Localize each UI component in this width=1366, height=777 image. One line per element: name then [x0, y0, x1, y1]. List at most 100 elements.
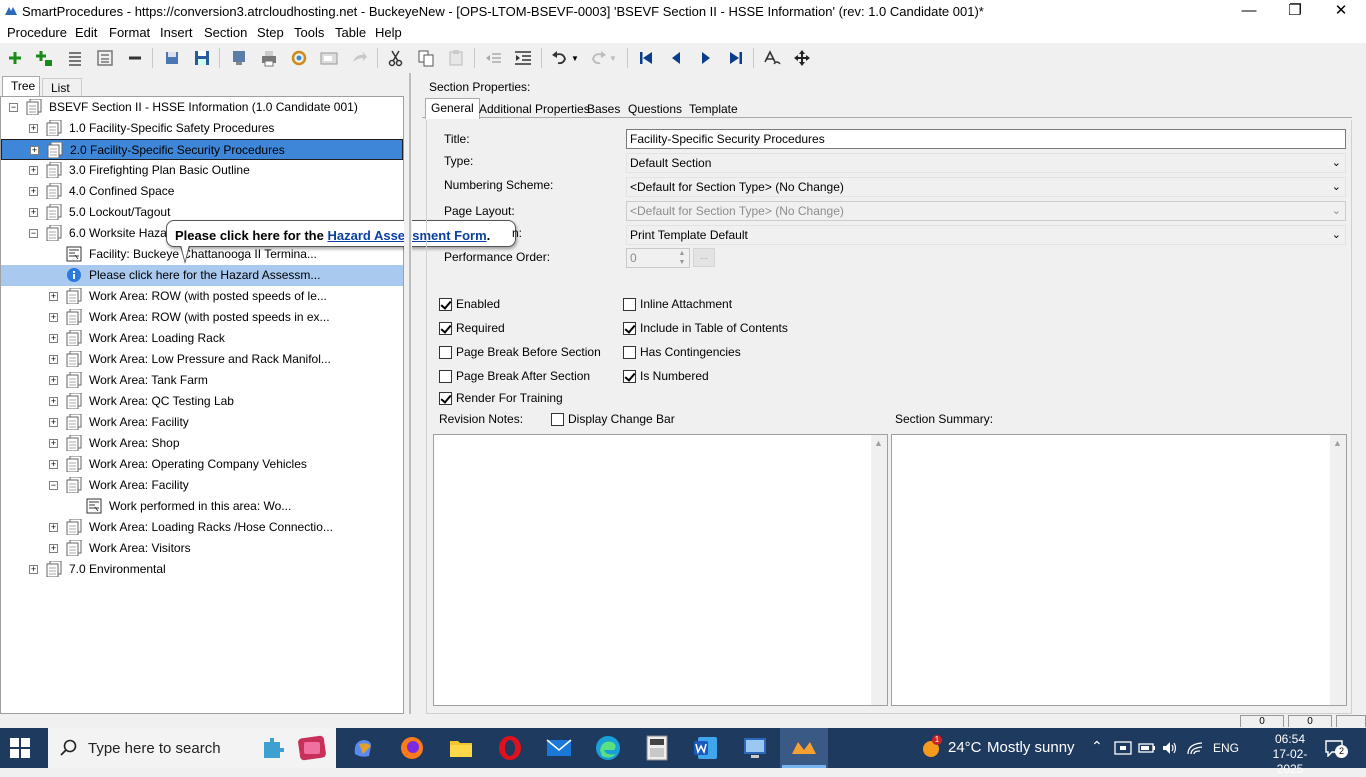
page-break-after-checkbox[interactable]: [439, 370, 452, 383]
word-icon[interactable]: [692, 734, 720, 762]
list-outline-icon[interactable]: [94, 47, 116, 69]
revision-notes-scrollbar[interactable]: ▲: [871, 435, 887, 705]
tree-node[interactable]: + Work Area: QC Testing Lab: [1, 391, 403, 412]
tree-node[interactable]: +4.0 Confined Space: [1, 181, 403, 202]
tree-node[interactable]: +1.0 Facility-Specific Safety Procedures: [1, 118, 403, 139]
outdent-icon[interactable]: [482, 47, 504, 69]
taskbar-search[interactable]: Type here to search: [48, 728, 336, 768]
tab-tree[interactable]: Tree: [2, 76, 40, 96]
windows-start-icon[interactable]: [10, 738, 30, 758]
opera-icon[interactable]: [496, 734, 524, 762]
render-for-training-checkbox[interactable]: [439, 392, 452, 405]
page-break-before-checkbox[interactable]: [439, 346, 452, 359]
clock[interactable]: 06:54 17-02-2025: [1262, 732, 1318, 777]
expand-icon[interactable]: +: [29, 208, 38, 217]
expand-icon[interactable]: +: [49, 460, 58, 469]
forward-icon[interactable]: [348, 47, 370, 69]
tree-node[interactable]: + Work Area: ROW (with posted speeds in e…: [1, 307, 403, 328]
tree-node[interactable]: Work performed in this area: Wo...: [1, 496, 403, 517]
menu-table[interactable]: Table: [335, 25, 366, 40]
include-toc-checkbox[interactable]: [623, 322, 636, 335]
tree-node[interactable]: − Work Area: Facility: [1, 475, 403, 496]
tab-general[interactable]: General: [425, 98, 480, 119]
expand-icon[interactable]: +: [49, 334, 58, 343]
tree-node[interactable]: +2.0 Facility-Specific Security Procedur…: [1, 139, 403, 160]
remote-desktop-icon[interactable]: [741, 734, 769, 762]
tree-node[interactable]: Please click here for the Hazard Assessm…: [1, 265, 403, 286]
menu-format[interactable]: Format: [109, 25, 150, 40]
collapse-icon[interactable]: −: [9, 103, 18, 112]
minimize-button[interactable]: —: [1226, 0, 1272, 23]
tree-node[interactable]: − BSEVF Section II - HSSE Information (1.…: [1, 97, 403, 118]
remove-icon[interactable]: [124, 47, 146, 69]
search-replace-icon[interactable]: [761, 47, 783, 69]
menu-help[interactable]: Help: [375, 25, 402, 40]
expand-icon[interactable]: +: [29, 166, 38, 175]
tab-template[interactable]: Template: [684, 100, 743, 119]
display-change-bar-checkbox[interactable]: [551, 413, 564, 426]
menu-tools[interactable]: Tools: [294, 25, 324, 40]
scroll-up-icon[interactable]: ▲: [1333, 438, 1342, 448]
menu-edit[interactable]: Edit: [75, 25, 97, 40]
volume-icon[interactable]: [1161, 740, 1179, 756]
menu-step[interactable]: Step: [257, 25, 284, 40]
close-button[interactable]: ✕: [1318, 0, 1364, 23]
expand-icon[interactable]: +: [49, 397, 58, 406]
tree-node[interactable]: + Work Area: Visitors: [1, 538, 403, 559]
smartprocedures-app-icon[interactable]: [790, 734, 818, 762]
firefox-icon[interactable]: [398, 734, 426, 762]
collapse-icon[interactable]: −: [29, 229, 38, 238]
paste-icon[interactable]: [445, 47, 467, 69]
battery-icon[interactable]: [1138, 741, 1156, 755]
expand-icon[interactable]: +: [29, 187, 38, 196]
last-icon[interactable]: [725, 47, 747, 69]
expand-icon[interactable]: +: [30, 146, 39, 155]
scroll-up-icon[interactable]: ▲: [874, 438, 883, 448]
expand-icon[interactable]: +: [49, 355, 58, 364]
expand-icon[interactable]: +: [49, 523, 58, 532]
expand-icon[interactable]: +: [49, 418, 58, 427]
calculator-app-icon[interactable]: [643, 734, 671, 762]
next-icon[interactable]: [695, 47, 717, 69]
copilot-icon[interactable]: [349, 734, 377, 762]
restore-button[interactable]: ❐: [1272, 0, 1318, 23]
image-icon[interactable]: [318, 47, 340, 69]
network-device-icon[interactable]: [1114, 740, 1132, 756]
list-icon[interactable]: [64, 47, 86, 69]
collapse-icon[interactable]: −: [49, 481, 58, 490]
menu-insert[interactable]: Insert: [160, 25, 193, 40]
tree-node[interactable]: + Work Area: Operating Company Vehicles: [1, 454, 403, 475]
required-checkbox[interactable]: [439, 322, 452, 335]
expand-icon[interactable]: +: [49, 292, 58, 301]
tab-questions[interactable]: Questions: [623, 100, 687, 119]
language-indicator[interactable]: ENG: [1213, 741, 1239, 755]
print-icon[interactable]: [258, 47, 280, 69]
add-child-icon[interactable]: [33, 47, 55, 69]
cut-icon[interactable]: [385, 47, 407, 69]
section-summary-scrollbar[interactable]: ▲: [1330, 435, 1346, 705]
file-explorer-icon[interactable]: [447, 734, 475, 762]
expand-icon[interactable]: +: [49, 544, 58, 553]
tree-node[interactable]: Facility: Buckeye Chattanooga II Termina…: [1, 244, 403, 265]
export-icon[interactable]: [228, 47, 250, 69]
link-icon[interactable]: [288, 47, 310, 69]
tree-node[interactable]: + Work Area: Shop: [1, 433, 403, 454]
weather-condition[interactable]: Mostly sunny: [987, 739, 1075, 756]
widgets-puzzle-icon[interactable]: [260, 734, 290, 762]
undo-dropdown-icon[interactable]: ▼: [568, 47, 582, 69]
expand-icon[interactable]: +: [49, 376, 58, 385]
tab-list[interactable]: List: [42, 78, 82, 96]
tree-node[interactable]: + Work Area: Loading Racks /Hose Connecti…: [1, 517, 403, 538]
has-contingencies-checkbox[interactable]: [623, 346, 636, 359]
save-copy-icon[interactable]: [161, 47, 183, 69]
tree-node[interactable]: + Work Area: ROW (with posted speeds of l…: [1, 286, 403, 307]
tab-bases[interactable]: Bases: [582, 100, 625, 119]
is-numbered-checkbox[interactable]: [623, 370, 636, 383]
expand-icon[interactable]: +: [29, 124, 38, 133]
photos-app-icon[interactable]: [296, 733, 328, 763]
prev-icon[interactable]: [665, 47, 687, 69]
move-icon[interactable]: [791, 47, 813, 69]
add-icon[interactable]: [4, 47, 26, 69]
inline-attachment-checkbox[interactable]: [623, 298, 636, 311]
menu-section[interactable]: Section: [204, 25, 247, 40]
